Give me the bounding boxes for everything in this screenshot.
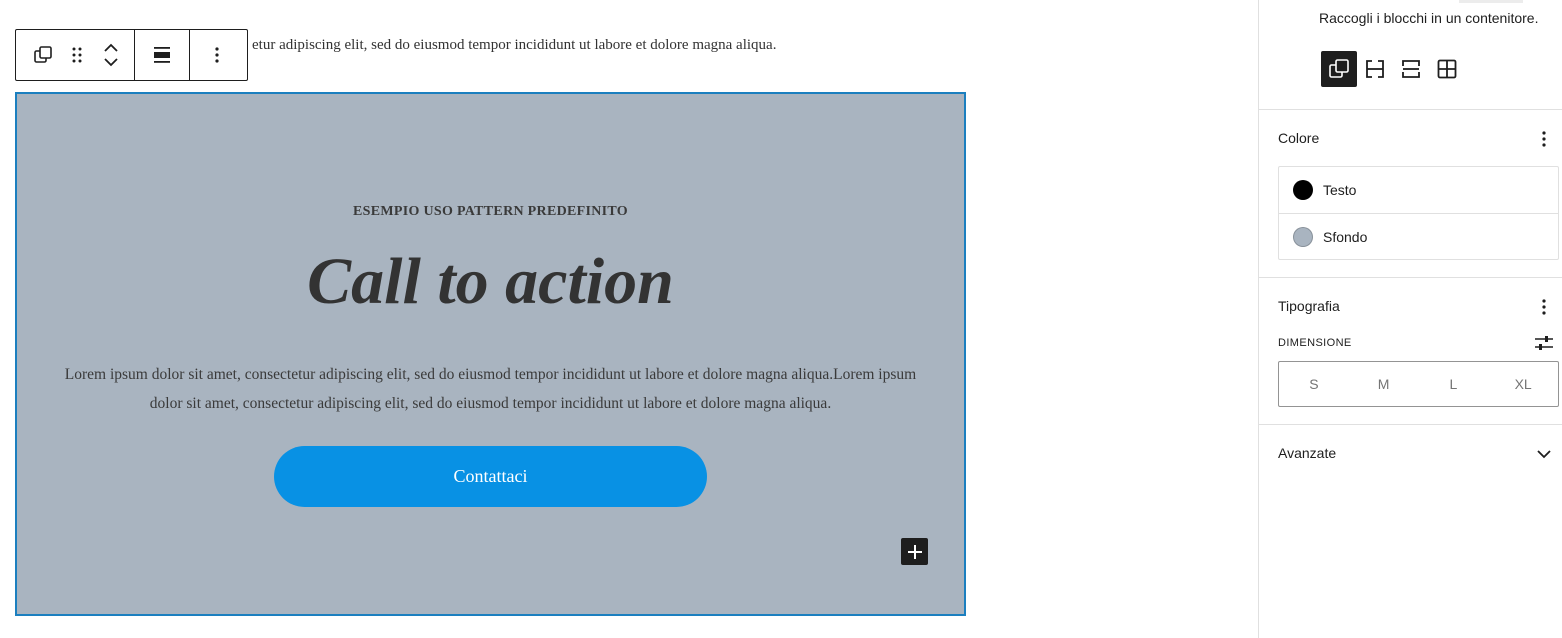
drag-handle-button[interactable] xyxy=(60,30,94,80)
color-panel-title: Colore xyxy=(1278,130,1320,146)
add-block-button[interactable] xyxy=(901,538,928,565)
align-icon xyxy=(154,47,170,63)
move-down-icon[interactable] xyxy=(103,58,119,67)
contact-button[interactable]: Contattaci xyxy=(274,446,707,507)
color-item-label: Testo xyxy=(1323,182,1357,198)
font-size-toggle-group: S M L XL xyxy=(1278,361,1559,407)
settings-sidebar: Raccogli i blocchi in un contenitore. Co… xyxy=(1258,0,1562,638)
more-options-icon xyxy=(215,47,219,63)
align-button[interactable] xyxy=(145,30,179,80)
drag-handle-icon xyxy=(72,47,82,63)
typography-options-button[interactable] xyxy=(1532,295,1556,319)
block-description: Raccogli i blocchi in un contenitore. xyxy=(1319,10,1539,26)
toolbar-group-align xyxy=(134,30,189,80)
editor-canvas: etur adipiscing elit, sed do eiusmod tem… xyxy=(0,0,1258,638)
divider xyxy=(1259,109,1562,110)
size-option-s[interactable]: S xyxy=(1289,376,1339,392)
variation-stack[interactable] xyxy=(1393,51,1429,87)
color-item-text[interactable]: Testo xyxy=(1279,167,1558,213)
color-settings: Testo Sfondo xyxy=(1278,166,1559,260)
block-toolbar xyxy=(15,29,248,81)
move-up-icon[interactable] xyxy=(103,43,119,52)
variation-group[interactable] xyxy=(1321,51,1357,87)
grid-icon xyxy=(1437,59,1457,79)
divider xyxy=(1259,424,1562,425)
plus-icon xyxy=(907,544,922,559)
toolbar-group-block xyxy=(16,30,134,80)
group-icon xyxy=(34,46,52,63)
block-variations xyxy=(1321,51,1465,87)
background-color-swatch xyxy=(1293,226,1313,247)
more-vertical-icon xyxy=(1542,131,1546,147)
variation-grid[interactable] xyxy=(1429,51,1465,87)
typography-panel-title: Tipografia xyxy=(1278,298,1340,314)
settings-sliders-icon xyxy=(1535,336,1553,350)
more-options-button[interactable] xyxy=(200,30,234,80)
color-options-button[interactable] xyxy=(1532,127,1556,151)
block-type-button[interactable] xyxy=(26,30,60,80)
divider xyxy=(1259,277,1562,278)
color-item-background[interactable]: Sfondo xyxy=(1279,213,1558,259)
group-icon xyxy=(1329,59,1349,78)
chevron-down-icon xyxy=(1537,449,1551,458)
size-option-xl[interactable]: XL xyxy=(1498,376,1548,392)
stack-icon xyxy=(1402,60,1420,78)
text-color-swatch xyxy=(1293,180,1313,200)
variation-row[interactable] xyxy=(1357,51,1393,87)
cover-inner: ESEMPIO USO PATTERN PREDEFINITO Call to … xyxy=(17,94,964,614)
block-mover xyxy=(94,30,128,80)
paragraph-block[interactable]: etur adipiscing elit, sed do eiusmod tem… xyxy=(252,37,776,54)
cover-body-text[interactable]: Lorem ipsum dolor sit amet, consectetur … xyxy=(51,360,930,418)
cover-headline[interactable]: Call to action xyxy=(17,245,964,319)
cover-block[interactable]: ESEMPIO USO PATTERN PREDEFINITO Call to … xyxy=(15,92,966,616)
sidebar-tab-stub xyxy=(1459,0,1523,3)
color-item-label: Sfondo xyxy=(1323,228,1368,245)
toolbar-group-more xyxy=(189,30,244,80)
row-icon xyxy=(1366,60,1384,78)
font-size-label: DIMENSIONE xyxy=(1278,337,1352,349)
cover-kicker[interactable]: ESEMPIO USO PATTERN PREDEFINITO xyxy=(17,204,964,220)
size-option-l[interactable]: L xyxy=(1428,376,1478,392)
advanced-panel-toggle[interactable]: Avanzate xyxy=(1278,445,1336,461)
advanced-expand-button[interactable] xyxy=(1532,442,1556,466)
more-vertical-icon xyxy=(1542,299,1546,315)
size-option-m[interactable]: M xyxy=(1359,376,1409,392)
custom-size-button[interactable] xyxy=(1532,331,1556,355)
